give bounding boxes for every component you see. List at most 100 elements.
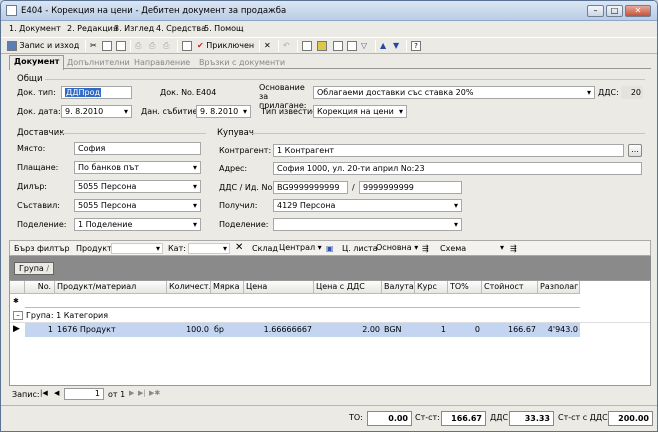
minimize-button[interactable]: – xyxy=(587,5,604,17)
col-product[interactable]: Продукт/материал xyxy=(55,281,167,294)
apply-pricelist-icon[interactable]: ⇶ xyxy=(422,244,429,253)
chevron-down-icon: ▾ xyxy=(222,244,227,253)
payment-select[interactable]: По банков път xyxy=(74,161,201,174)
col-quantity[interactable]: Количест... xyxy=(167,281,211,294)
col-to[interactable]: ТО% xyxy=(448,281,482,294)
delete-icon[interactable]: ✕ xyxy=(264,40,271,52)
col-currency[interactable]: Валута xyxy=(382,281,415,294)
collapse-group-icon[interactable]: – xyxy=(13,311,23,320)
col-available[interactable]: Разполаг... xyxy=(538,281,580,294)
cat-filter-select[interactable]: ▾ xyxy=(188,243,230,254)
group-chip[interactable]: Група / xyxy=(14,262,55,275)
tab-bar: Документ Допълнителни Направление Връзки… xyxy=(9,55,651,70)
doc-date-picker[interactable]: 9. 8.2010 xyxy=(61,105,132,118)
receiver-select[interactable]: 4129 Персона xyxy=(273,199,462,212)
dealer-select[interactable]: 5055 Персона xyxy=(74,180,201,193)
print-icon[interactable]: ⎙ xyxy=(135,40,141,52)
menu-help[interactable]: 5. Помощ xyxy=(204,24,244,33)
save-icon xyxy=(7,40,17,51)
save-exit-button[interactable]: Запис и изход xyxy=(7,40,79,52)
paste-icon[interactable] xyxy=(116,40,126,52)
new-record-icon[interactable]: ▶✱ xyxy=(149,389,160,397)
close-button[interactable]: ✕ xyxy=(625,5,651,17)
maximize-button[interactable]: □ xyxy=(606,5,623,17)
help-icon[interactable]: ? xyxy=(411,40,421,52)
quick-filter-bar: Бърз филтър Продукт: ▾ Кат: ▾ ✕ Склад Це… xyxy=(9,240,651,256)
vat-number-input[interactable]: BG9999999999 xyxy=(273,181,348,194)
contractor-input[interactable]: 1 Контрагент xyxy=(273,144,624,157)
cell-price: 1.66666667 xyxy=(263,325,312,334)
price-list-select[interactable]: Основна ▾ xyxy=(376,243,420,254)
basis-select[interactable]: Облагаеми доставки със ставка 20% xyxy=(313,86,595,99)
arrow-down-icon[interactable]: ▼ xyxy=(393,40,399,52)
tab-document[interactable]: Документ xyxy=(9,55,65,70)
scheme-select[interactable]: ▾ xyxy=(466,243,506,254)
product-filter-select[interactable]: ▾ xyxy=(111,243,163,254)
menu-tools[interactable]: 4. Средства xyxy=(156,24,206,33)
place-input[interactable]: София xyxy=(74,142,201,155)
totals-bar: ТО: 0.00 Ст-ст: 166.67 ДДС: 33.33 Ст-ст … xyxy=(1,405,657,431)
filter-icon[interactable]: ▽ xyxy=(361,40,367,52)
receiver-label: Получил: xyxy=(219,201,258,210)
col-price[interactable]: Цена xyxy=(244,281,314,294)
cell-value: 166.67 xyxy=(508,325,536,334)
supplier-division-label: Поделение: xyxy=(17,220,67,229)
supplier-division-select[interactable]: 1 Поделение xyxy=(74,218,201,231)
undo-icon[interactable]: ↶ xyxy=(283,40,290,52)
group-row[interactable]: Група: 1 Категория xyxy=(26,310,108,322)
buyer-division-select[interactable] xyxy=(273,218,462,231)
record-label: Запис: xyxy=(12,390,40,399)
col-value[interactable]: Стойност xyxy=(482,281,538,294)
current-row-indicator-icon: ▶ xyxy=(13,324,20,334)
menu-bar: 1. Документ 2. Редакция 3. Изглед 4. Сре… xyxy=(1,21,657,37)
doc-icon[interactable] xyxy=(347,40,357,52)
col-unit[interactable]: Мярка xyxy=(211,281,244,294)
col-price-vat[interactable]: Цена с ДДС xyxy=(314,281,382,294)
group-by-panel: Група / xyxy=(9,256,651,280)
next-record-icon[interactable]: ▶ xyxy=(129,389,134,397)
first-record-icon[interactable]: |◀ xyxy=(40,389,48,397)
app-icon xyxy=(6,5,17,16)
money-icon[interactable] xyxy=(317,40,327,52)
cell-available: 4'943.0 xyxy=(547,325,578,334)
new-row-marker: ✱ xyxy=(13,297,19,305)
apply-button[interactable]: ✔ Приключен xyxy=(197,40,254,52)
col-no[interactable]: No. xyxy=(25,281,55,294)
menu-view[interactable]: 3. Изглед xyxy=(114,24,154,33)
address-input[interactable]: София 1000, ул. 20-ти април No:23 xyxy=(273,162,642,175)
menu-edit[interactable]: 2. Редакция xyxy=(67,24,118,33)
warehouse-select[interactable]: Централ ▾ xyxy=(279,243,323,254)
contractor-browse-button[interactable]: ... xyxy=(628,144,642,157)
calc-icon[interactable] xyxy=(302,40,312,52)
id-number-input[interactable]: 9999999999 xyxy=(359,181,462,194)
warehouse-icon[interactable]: ▣ xyxy=(326,244,334,253)
menu-document[interactable]: 1. Документ xyxy=(9,24,61,33)
cell-to: 0 xyxy=(474,325,480,334)
doc-no-value: E404 xyxy=(196,88,217,97)
export-icon[interactable]: ⎙ xyxy=(163,40,169,52)
print-preview-icon[interactable]: ⎙ xyxy=(149,40,155,52)
notice-type-label: Тип известие: xyxy=(261,107,320,116)
table-row[interactable]: 1 1676 Продукт 100.0 бр 1.66666667 2.00 … xyxy=(25,323,580,337)
last-record-icon[interactable]: ▶| xyxy=(138,389,146,397)
apply-scheme-icon[interactable]: ⇶ xyxy=(510,244,517,253)
record-number-input[interactable]: 1 xyxy=(64,388,104,400)
new-doc-icon[interactable] xyxy=(333,40,343,52)
doc-type-select[interactable]: ДДПрод xyxy=(61,86,132,99)
tab-additional[interactable]: Допълнителни xyxy=(62,56,135,69)
tab-links[interactable]: Връзки с документи xyxy=(194,56,290,69)
warehouse-label: Склад xyxy=(252,244,278,253)
prev-record-icon[interactable]: ◀ xyxy=(54,389,59,397)
tab-direction[interactable]: Направление xyxy=(129,56,195,69)
cut-icon[interactable]: ✂ xyxy=(90,40,97,52)
arrow-up-icon[interactable]: ▲ xyxy=(380,40,386,52)
doc-no-label: Док. No. xyxy=(160,88,195,97)
copy-icon[interactable] xyxy=(102,40,112,52)
compiler-select[interactable]: 5055 Персона xyxy=(74,199,201,212)
lock-icon[interactable] xyxy=(182,40,192,52)
event-date-picker[interactable]: 9. 8.2010 xyxy=(196,105,251,118)
col-rate[interactable]: Курс xyxy=(415,281,448,294)
app-window: E404 - Корекция на цени - Дебитен докуме… xyxy=(0,0,658,432)
notice-type-select[interactable]: Корекция на цени xyxy=(313,105,407,118)
clear-filter-icon[interactable]: ✕ xyxy=(235,242,243,253)
